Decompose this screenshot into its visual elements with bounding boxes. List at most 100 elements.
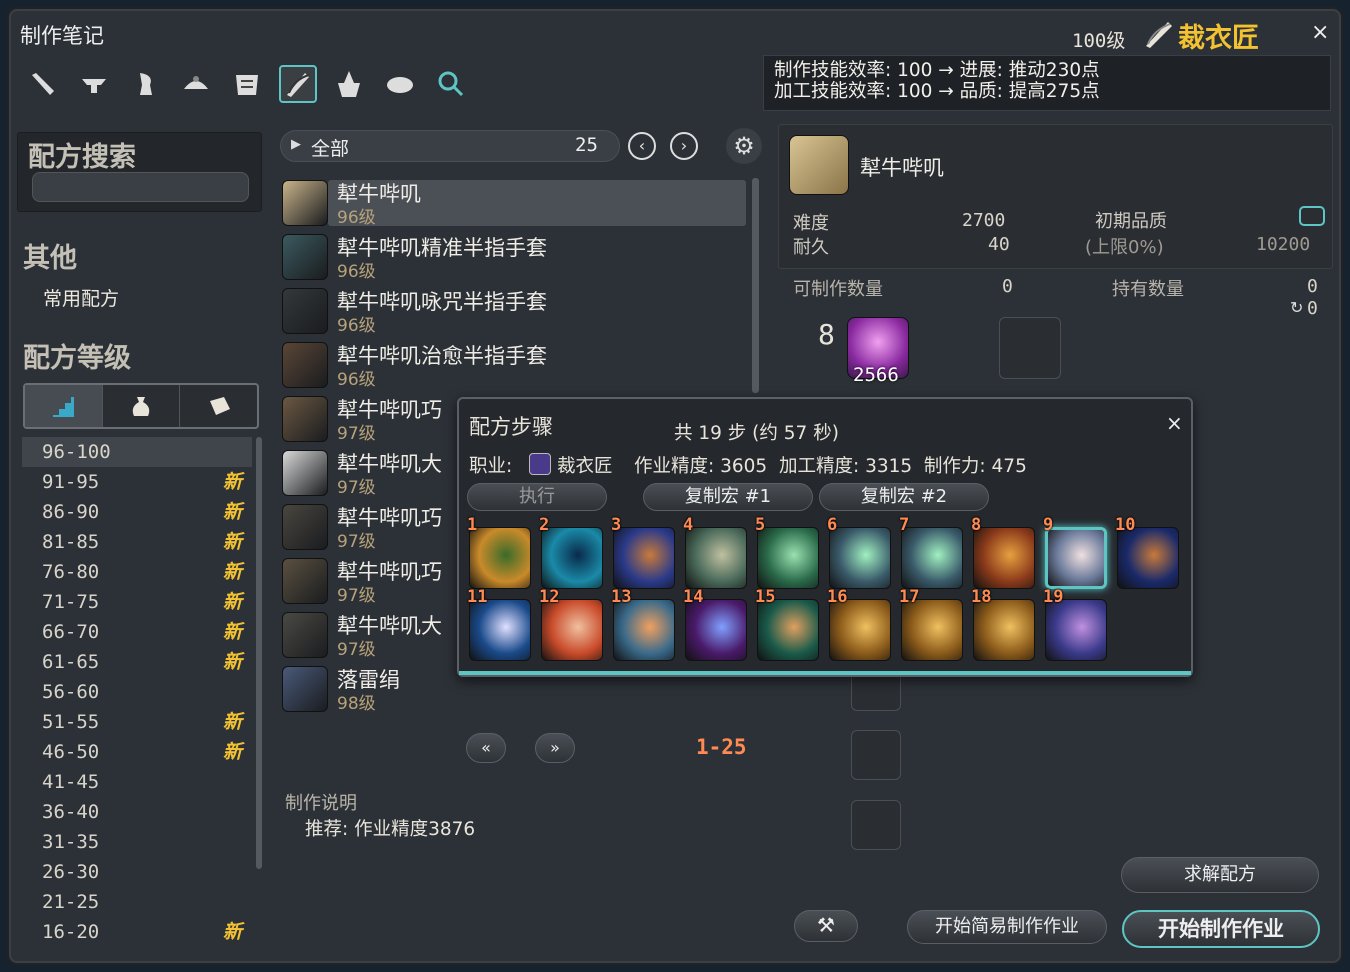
goldsmith-icon[interactable] [177, 65, 215, 103]
last-page-icon[interactable]: » [535, 733, 575, 763]
level-row[interactable]: 21-25 [22, 887, 252, 917]
level-row[interactable]: 56-60 [22, 677, 252, 707]
step-number: 6 [827, 515, 838, 535]
armorer-icon[interactable] [126, 65, 164, 103]
level-row[interactable]: 51-55 新 [22, 707, 252, 737]
hammer-icon[interactable]: ⚒ [794, 910, 858, 942]
gear-icon[interactable]: ⚙ [726, 128, 762, 164]
craft-action-icon[interactable] [541, 527, 603, 589]
alchemist-icon[interactable] [330, 65, 368, 103]
level-row[interactable]: 61-65 新 [22, 647, 252, 677]
triangle-right-icon: ▶ [291, 137, 301, 152]
recipe-list-item[interactable]: 犎牛哔叽治愈半指手套 96级 [280, 340, 748, 392]
craft-action-icon[interactable] [685, 599, 747, 661]
craft-action-icon[interactable] [901, 599, 963, 661]
craft-action-icon[interactable] [469, 527, 531, 589]
weaver-icon[interactable] [279, 65, 317, 103]
quality-checkbox[interactable] [1299, 206, 1325, 226]
recipe-list-scrollbar[interactable] [752, 178, 759, 393]
craft-action-icon[interactable] [613, 527, 675, 589]
level-row[interactable]: 36-40 [22, 797, 252, 827]
step-number: 11 [467, 587, 488, 607]
craft-action-icon[interactable] [685, 527, 747, 589]
new-badge: 新 [222, 651, 242, 673]
level-row[interactable]: 86-90 新 [22, 497, 252, 527]
execute-button[interactable]: 执行 [467, 483, 607, 511]
craft-action-icon[interactable] [1045, 599, 1107, 661]
level-row[interactable]: 96-100 [22, 437, 252, 467]
craft-action-icon[interactable] [613, 599, 675, 661]
craftable-value: 0 [1002, 276, 1013, 297]
level-range: 71-75 [42, 591, 100, 613]
filter-dropdown[interactable]: ▶ 全部 25 [280, 130, 620, 162]
level-row[interactable]: 26-30 [22, 857, 252, 887]
level-row[interactable]: 46-50 新 [22, 737, 252, 767]
weaver-job-icon [529, 453, 551, 475]
recipe-list-item[interactable]: 犎牛哔叽精准半指手套 96级 [280, 232, 748, 284]
book-icon[interactable] [180, 385, 257, 427]
level-row[interactable]: 41-45 [22, 767, 252, 797]
step-number: 9 [1043, 515, 1054, 535]
culinarian-icon[interactable] [381, 65, 419, 103]
next-arrow-icon[interactable]: › [670, 132, 698, 160]
ingredient-slot[interactable] [851, 800, 901, 850]
macro-summary: 共 19 步 (约 57 秒) [674, 423, 839, 444]
material-slot[interactable] [999, 317, 1061, 379]
level-row[interactable]: 76-80 新 [22, 557, 252, 587]
level-range: 26-30 [42, 861, 100, 883]
recipe-level-title: 配方等级 [23, 343, 131, 374]
recipe-item-icon [282, 396, 328, 442]
other-title: 其他 [23, 243, 77, 274]
blacksmith-icon[interactable] [75, 65, 113, 103]
init-quality-label: 初期品质 [1095, 211, 1167, 232]
bag-icon[interactable] [103, 385, 181, 427]
window-title: 制作笔记 [20, 24, 104, 48]
level-row[interactable]: 66-70 新 [22, 617, 252, 647]
carpenter-icon[interactable] [24, 65, 62, 103]
first-page-icon[interactable]: « [466, 733, 506, 763]
prev-arrow-icon[interactable]: ‹ [628, 132, 656, 160]
recipe-list-item[interactable]: 犎牛哔叽咏咒半指手套 96级 [280, 286, 748, 338]
craft-action-icon[interactable] [973, 527, 1035, 589]
craft-action-icon[interactable] [1117, 527, 1179, 589]
craft-action-icon[interactable] [901, 527, 963, 589]
level-range: 41-45 [42, 771, 100, 793]
material-qty: 8 [818, 318, 835, 351]
recipe-item-level: 97级 [337, 532, 376, 552]
level-list-scrollbar[interactable] [256, 437, 262, 869]
level-range: 96-100 [42, 441, 111, 463]
craft-action-icon[interactable] [757, 599, 819, 661]
craft-action-icon[interactable] [829, 599, 891, 661]
copy-macro-2-button[interactable]: 复制宏 #2 [819, 483, 989, 511]
craft-action-icon[interactable] [1045, 527, 1107, 589]
start-synthesis-button[interactable]: 开始制作作业 [1122, 910, 1320, 948]
search-icon[interactable] [432, 65, 470, 103]
macro-steps-popup: 配方步骤 共 19 步 (约 57 秒) × 职业: 裁衣匠 作业精度: 360… [457, 397, 1193, 677]
step-number: 14 [683, 587, 704, 607]
ingredient-slot[interactable] [851, 730, 901, 780]
level-row[interactable]: 71-75 新 [22, 587, 252, 617]
close-icon[interactable]: × [1166, 411, 1183, 435]
stairs-icon[interactable] [25, 385, 103, 427]
quick-synthesis-button[interactable]: 开始简易制作作业 [907, 910, 1107, 944]
solve-recipe-button[interactable]: 求解配方 [1121, 857, 1319, 893]
craft-action-icon[interactable] [829, 527, 891, 589]
recipe-search-input[interactable] [32, 172, 249, 202]
close-window-button[interactable]: × [1311, 20, 1329, 45]
craft-action-icon[interactable] [757, 527, 819, 589]
level-tabs [23, 383, 259, 429]
common-recipes-link[interactable]: 常用配方 [43, 284, 119, 311]
level-row[interactable]: 31-35 [22, 827, 252, 857]
step-number: 8 [971, 515, 982, 535]
recipe-list-item[interactable]: 犎牛哔叽 96级 [280, 178, 748, 230]
level-row[interactable]: 91-95 新 [22, 467, 252, 497]
craft-action-icon[interactable] [541, 599, 603, 661]
step-number: 2 [539, 515, 550, 535]
craft-action-icon[interactable] [973, 599, 1035, 661]
new-badge: 新 [222, 561, 242, 583]
craft-action-icon[interactable] [469, 599, 531, 661]
leatherworker-icon[interactable] [228, 65, 266, 103]
level-row[interactable]: 16-20 新 [22, 917, 252, 947]
level-row[interactable]: 81-85 新 [22, 527, 252, 557]
copy-macro-1-button[interactable]: 复制宏 #1 [643, 483, 813, 511]
